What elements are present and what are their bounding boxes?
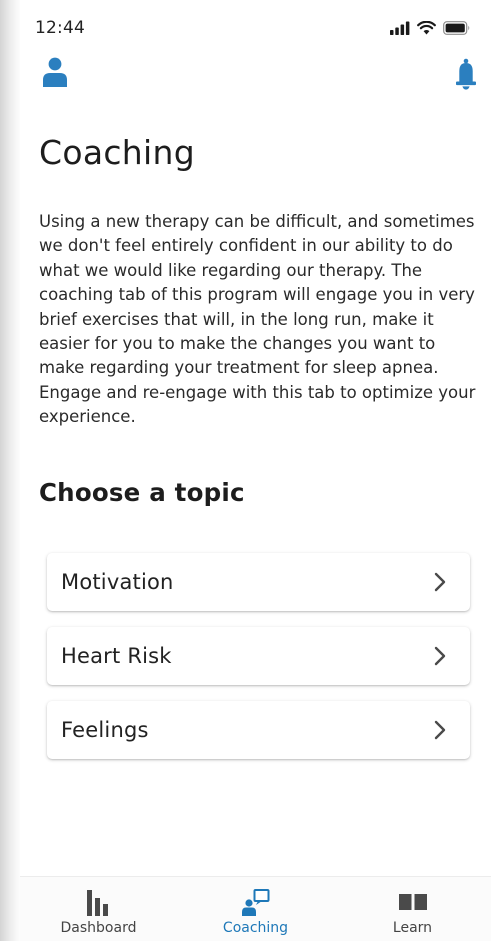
top-app-bar bbox=[20, 52, 491, 96]
tab-coaching[interactable]: Coaching bbox=[177, 877, 334, 941]
tab-label: Dashboard bbox=[60, 920, 137, 936]
intro-paragraph: Using a new therapy can be difficult, an… bbox=[39, 212, 476, 427]
tab-dashboard[interactable]: Dashboard bbox=[20, 877, 177, 941]
chevron-right-icon bbox=[434, 720, 446, 744]
bell-icon[interactable] bbox=[455, 58, 477, 94]
chevron-right-icon bbox=[434, 572, 446, 596]
topic-card-heart-risk[interactable]: Heart Risk bbox=[47, 627, 470, 685]
section-title: Choose a topic bbox=[39, 478, 245, 507]
profile-icon[interactable] bbox=[42, 56, 68, 92]
cellular-signal-icon bbox=[390, 20, 410, 39]
coaching-chat-icon bbox=[241, 889, 271, 921]
topic-label: Heart Risk bbox=[61, 644, 172, 668]
status-bar: 12:44 bbox=[20, 0, 491, 52]
frame-edge-shadow bbox=[0, 0, 22, 941]
bottom-tab-bar: Dashboard Coaching Learn bbox=[20, 876, 491, 941]
topic-card-motivation[interactable]: Motivation bbox=[47, 553, 470, 611]
wifi-icon bbox=[417, 20, 436, 39]
tab-learn[interactable]: Learn bbox=[334, 877, 491, 941]
battery-icon bbox=[443, 20, 471, 39]
phone-frame: 12:44 Coaching Using a new therapy can b… bbox=[0, 0, 491, 941]
page-title: Coaching bbox=[39, 133, 195, 172]
book-icon bbox=[398, 889, 428, 919]
topic-list: Motivation Heart Risk Feelings bbox=[47, 553, 470, 775]
bar-chart-icon bbox=[85, 889, 113, 921]
status-icons bbox=[390, 20, 471, 39]
topic-label: Motivation bbox=[61, 570, 174, 594]
tab-label: Coaching bbox=[222, 920, 289, 936]
tab-label: Learn bbox=[392, 920, 433, 936]
chevron-right-icon bbox=[434, 646, 446, 670]
app-screen: 12:44 Coaching Using a new therapy can b… bbox=[20, 0, 491, 941]
topic-card-feelings[interactable]: Feelings bbox=[47, 701, 470, 759]
topic-label: Feelings bbox=[61, 718, 149, 742]
status-time: 12:44 bbox=[35, 18, 85, 38]
